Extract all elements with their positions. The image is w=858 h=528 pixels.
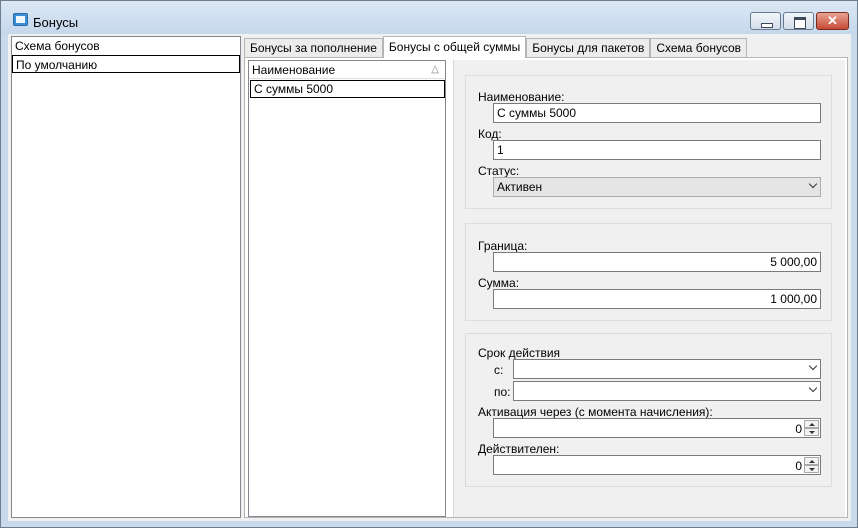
detail-panel: Наименование: С суммы 5000 Код: 1 Статус… <box>453 60 845 517</box>
from-label: с: <box>494 363 504 377</box>
from-date-select[interactable] <box>513 359 821 379</box>
valid-value: 0 <box>795 459 802 473</box>
chevron-down-icon <box>808 361 818 371</box>
title-bar: Бонусы ✕ <box>1 1 857 35</box>
chevron-down-icon <box>808 179 818 189</box>
name-label: Наименование: <box>478 90 565 104</box>
list-header: Схема бонусов <box>15 39 100 53</box>
status-label: Статус: <box>478 164 520 178</box>
caption-buttons: ✕ <box>750 12 849 30</box>
limit-label: Граница: <box>478 239 528 253</box>
list-item[interactable]: По умолчанию <box>12 55 240 73</box>
code-field[interactable]: 1 <box>493 140 821 160</box>
sum-field[interactable]: 1 000,00 <box>493 289 821 309</box>
column-header-name[interactable]: Наименование △ <box>249 61 445 79</box>
validity-group: Срок действия с: по: Активация через (с … <box>465 333 832 487</box>
spin-down-icon[interactable] <box>804 428 819 436</box>
app-icon <box>13 13 28 26</box>
activation-stepper[interactable]: 0 <box>493 418 821 438</box>
spin-buttons <box>804 457 819 474</box>
tab-package-bonuses[interactable]: Бонусы для пакетов <box>526 38 651 58</box>
close-icon: ✕ <box>827 13 838 28</box>
chevron-down-icon <box>808 383 818 393</box>
tab-topup-bonuses[interactable]: Бонусы за пополнение <box>244 38 383 58</box>
spin-up-icon[interactable] <box>804 420 819 428</box>
to-label: по: <box>494 385 511 399</box>
close-button[interactable]: ✕ <box>816 12 849 30</box>
bonus-grid[interactable]: Наименование △ С суммы 5000 <box>248 60 446 517</box>
sum-label: Сумма: <box>478 276 520 290</box>
spin-up-icon[interactable] <box>804 457 819 465</box>
name-field[interactable]: С суммы 5000 <box>493 103 821 123</box>
limit-field[interactable]: 5 000,00 <box>493 252 821 272</box>
code-label: Код: <box>478 127 502 141</box>
tab-content: Наименование △ С суммы 5000 Наименование… <box>244 57 848 518</box>
minimize-button[interactable] <box>750 12 781 30</box>
maximize-button[interactable] <box>783 12 814 30</box>
activation-label: Активация через (с момента начисления): <box>478 405 713 419</box>
spin-buttons <box>804 420 819 437</box>
bonus-scheme-list[interactable]: Схема бонусов По умолчанию <box>11 36 241 518</box>
status-value: Активен <box>497 180 543 194</box>
to-date-select[interactable] <box>513 381 821 401</box>
sort-ascending-icon: △ <box>431 64 439 75</box>
validity-label: Срок действия <box>478 346 561 360</box>
valid-label: Действителен: <box>478 442 560 456</box>
activation-value: 0 <box>795 422 802 436</box>
tab-strip: Бонусы за пополнение Бонусы с общей сумм… <box>244 36 747 58</box>
window-title: Бонусы <box>33 15 79 30</box>
table-row[interactable]: С суммы 5000 <box>250 80 445 98</box>
spin-down-icon[interactable] <box>804 465 819 473</box>
amount-group: Граница: 5 000,00 Сумма: 1 000,00 <box>465 223 832 321</box>
column-header-label: Наименование <box>252 63 336 77</box>
status-select[interactable]: Активен <box>493 177 821 197</box>
tab-bonus-scheme[interactable]: Схема бонусов <box>650 38 747 58</box>
tab-total-sum-bonuses[interactable]: Бонусы с общей суммы <box>382 36 527 58</box>
client-area: Схема бонусов По умолчанию Бонусы за поп… <box>8 34 851 521</box>
valid-stepper[interactable]: 0 <box>493 455 821 475</box>
bonus-window: Бонусы ✕ Схема бонусов По умолчанию Бону… <box>0 0 858 528</box>
general-group: Наименование: С суммы 5000 Код: 1 Статус… <box>465 75 832 209</box>
